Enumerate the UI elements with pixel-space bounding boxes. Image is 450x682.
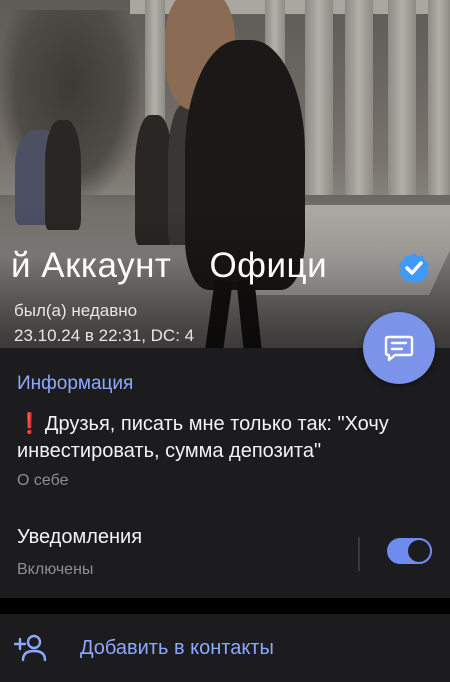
bio-body: Друзья, писать мне только так: "Хочу инв… bbox=[17, 413, 389, 462]
toggle-knob bbox=[408, 540, 430, 562]
add-contact-label: Добавить в контакты bbox=[80, 637, 274, 659]
profile-name: й Аккаунт Офици bbox=[11, 246, 328, 285]
divider bbox=[358, 537, 360, 571]
notifications-toggle[interactable] bbox=[387, 538, 432, 564]
message-button[interactable] bbox=[363, 312, 435, 384]
online-status: был(а) недавно bbox=[14, 301, 138, 320]
exclamation-icon: ❗ bbox=[17, 413, 42, 435]
verified-badge-icon bbox=[399, 253, 429, 283]
last-seen-date: 23.10.24 в 22:31, DC: 4 bbox=[14, 326, 195, 345]
bio-text[interactable]: ❗ Друзья, писать мне только так: "Хочу ин… bbox=[17, 411, 437, 465]
info-card: Информация ❗ Друзья, писать мне только та… bbox=[0, 348, 450, 598]
message-icon bbox=[384, 335, 414, 362]
notifications-title[interactable]: Уведомления bbox=[17, 524, 142, 550]
section-title-info: Информация bbox=[17, 373, 134, 394]
notifications-status: Включены bbox=[17, 561, 94, 578]
profile-cover-photo[interactable] bbox=[0, 0, 450, 348]
add-contact-row[interactable]: Добавить в контакты bbox=[0, 614, 450, 682]
add-user-icon bbox=[14, 634, 47, 662]
bio-label: О себе bbox=[17, 472, 69, 489]
